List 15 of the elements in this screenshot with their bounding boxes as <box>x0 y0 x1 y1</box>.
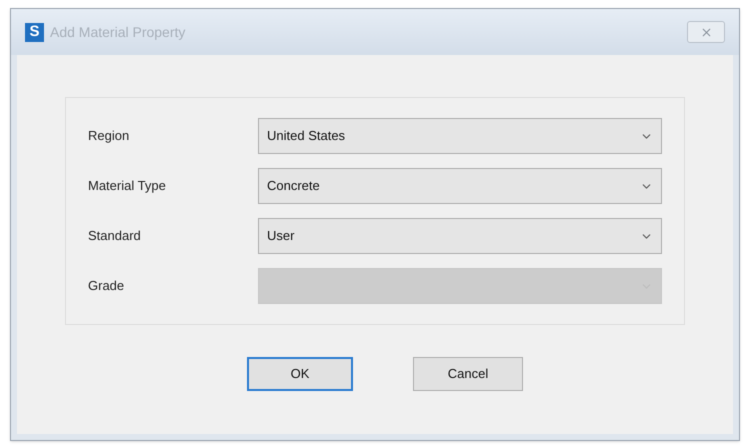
app-logo: S <box>25 22 44 42</box>
field-label: Grade <box>88 277 126 296</box>
dropdown-value: Concrete <box>267 177 320 196</box>
field-label: Standard <box>88 227 142 246</box>
dropdown[interactable]: United States <box>258 118 662 154</box>
field-label: Material Type <box>88 177 167 196</box>
close-icon <box>700 26 712 38</box>
dialog-button[interactable]: Cancel <box>413 357 523 391</box>
close-button[interactable] <box>687 21 725 43</box>
dropdown[interactable]: User <box>258 218 662 254</box>
field-label: Region <box>88 127 130 146</box>
dropdown-value: United States <box>267 127 346 146</box>
dropdown[interactable]: Concrete <box>258 168 662 204</box>
dropdown-value: User <box>267 227 294 246</box>
dialog-button[interactable]: OK <box>247 357 353 391</box>
